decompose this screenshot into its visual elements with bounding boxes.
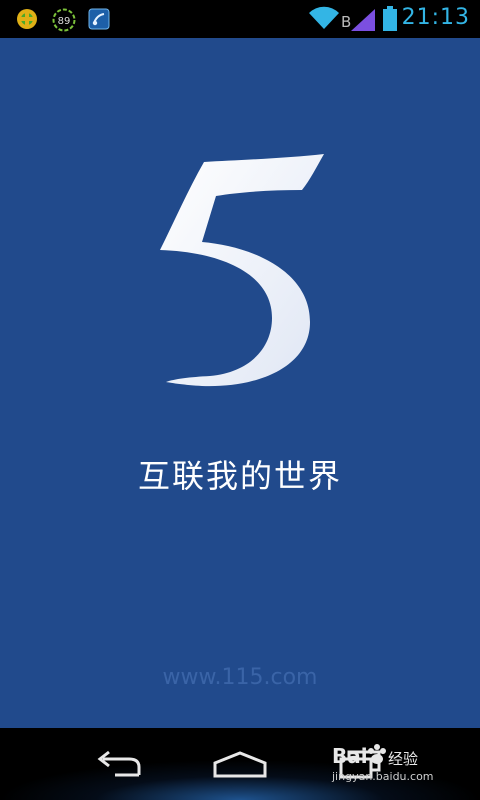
puzzle-app-icon[interactable] (16, 8, 38, 30)
app-tagline: 互联我的世界 (137, 457, 342, 495)
home-button[interactable] (200, 746, 280, 786)
music-app-icon[interactable] (88, 8, 110, 30)
watermark-url: jingyan.baidu.com (332, 770, 434, 783)
battery-icon (382, 6, 398, 36)
site-url: www.115.com (162, 665, 318, 690)
splash-screen: 互联我的世界 www.115.com (0, 38, 480, 728)
signal-strength-icon (350, 8, 376, 36)
back-arrow-icon (93, 749, 147, 783)
app-logo-five (140, 150, 340, 394)
paw-icon (366, 742, 388, 770)
score-89-icon[interactable]: 89 (52, 8, 76, 32)
home-icon (211, 749, 269, 783)
watermark-brand: Bai (332, 744, 368, 768)
back-button[interactable] (80, 746, 160, 786)
wifi-icon (308, 6, 340, 34)
svg-text:89: 89 (58, 16, 71, 27)
watermark-suffix: 经验 (388, 750, 419, 768)
phone-screen: 89 B 21:13 互联我的世界 www.115.com Bai 经验 jin… (0, 0, 480, 800)
clock: 21:13 (401, 5, 470, 30)
baidu-jingyan-watermark: Bai 经验 jingyan.baidu.com (332, 744, 452, 792)
status-bar: 89 B 21:13 (0, 0, 480, 38)
